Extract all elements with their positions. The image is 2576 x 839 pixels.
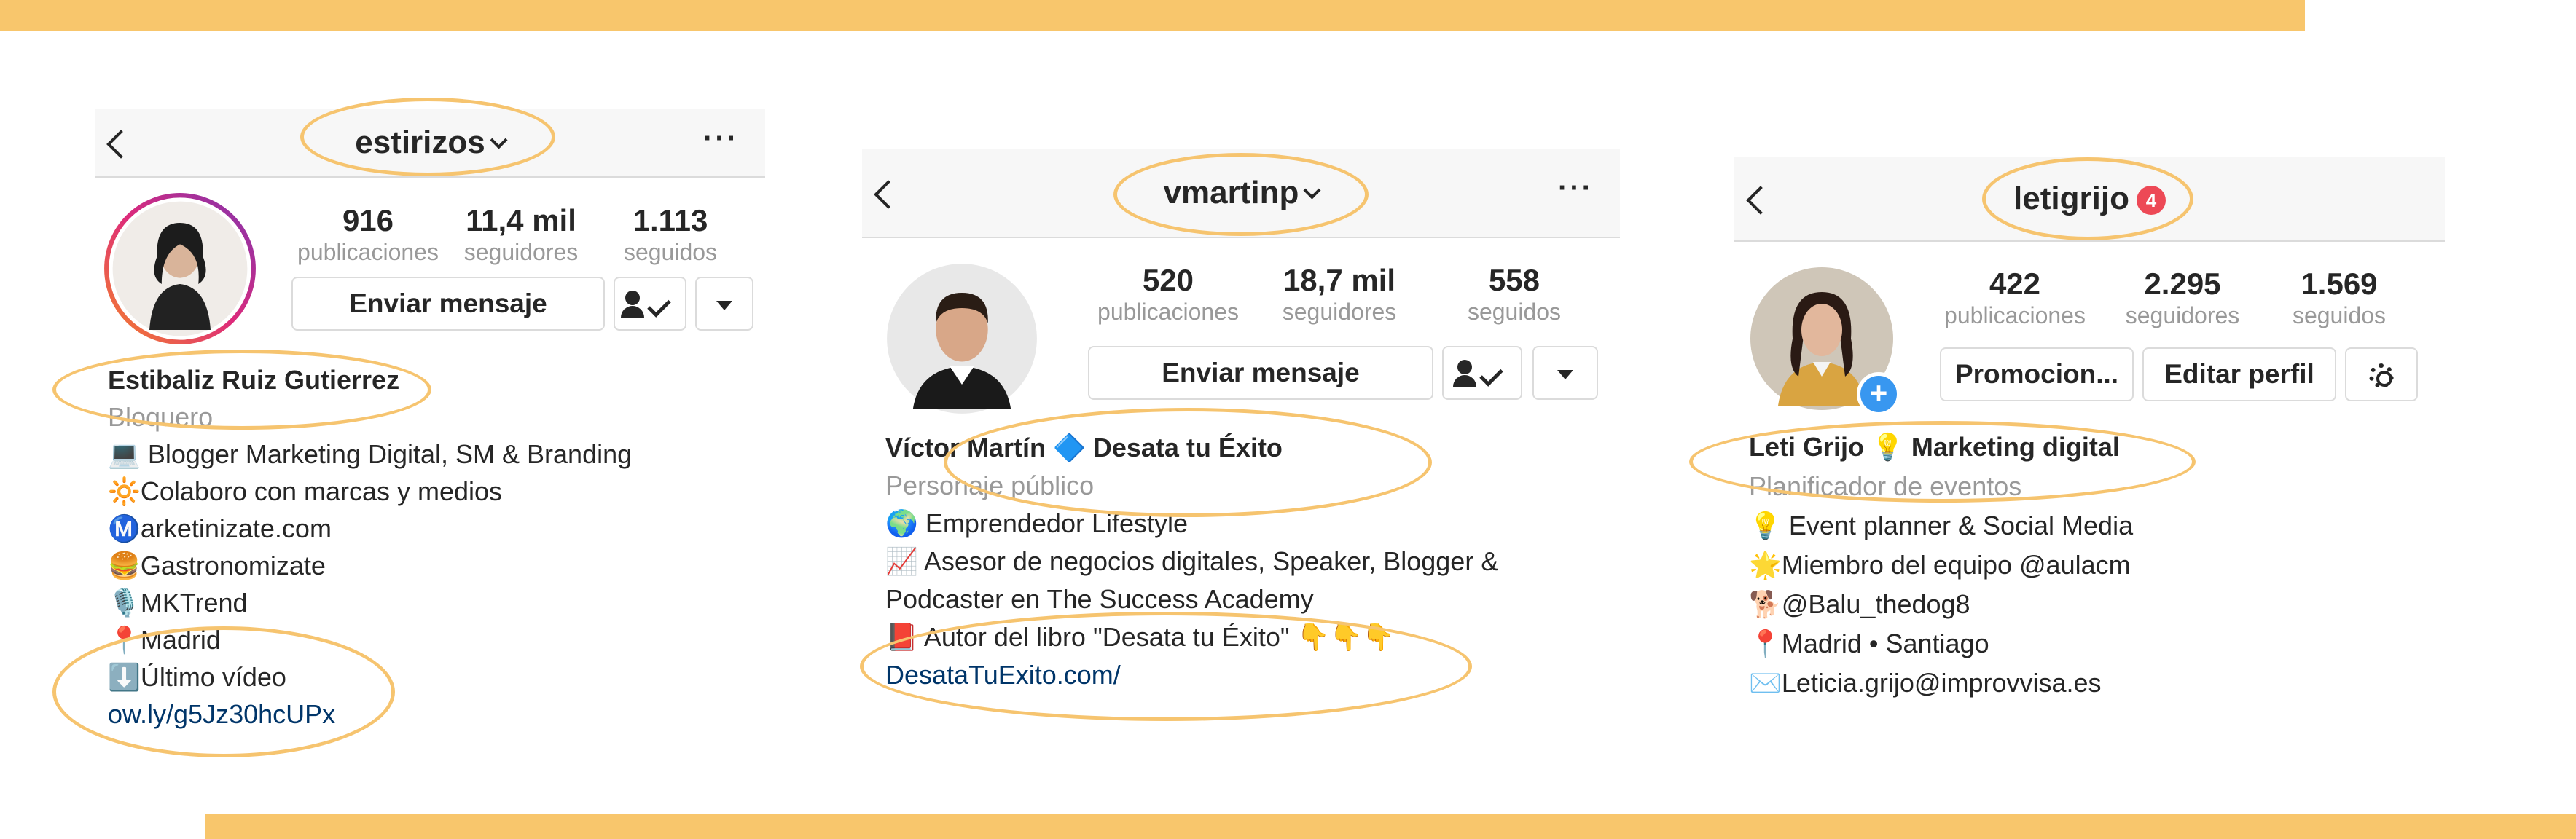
username-title[interactable]: vmartinp <box>862 149 1620 237</box>
stat-value: 558 <box>1488 263 1540 297</box>
profile-link[interactable]: ow.ly/g5Jz30hcUPx <box>108 696 632 733</box>
profile-bio: Leti Grijo 💡 Marketing digital Planifica… <box>1749 428 2133 703</box>
category-label: Bloquero <box>108 402 214 432</box>
chevron-down-icon[interactable] <box>1303 181 1321 200</box>
bio-line: 💻 Blogger Marketing Digital, SM & Brandi… <box>108 439 633 469</box>
profile-header: estirizos ··· <box>95 109 765 178</box>
bottom-accent-band <box>205 814 2576 839</box>
stat-label: seguidos <box>623 239 718 265</box>
bio-line: 🌟Miembro del equipo @aulacm <box>1749 550 2131 580</box>
stat-value: 422 <box>1989 267 2041 301</box>
stat-posts[interactable]: 520 publicaciones <box>1088 262 1248 325</box>
profile-bio: Víctor Martín 🔷 Desata tu Éxito Personaj… <box>885 429 1498 694</box>
display-name: Víctor Martín 🔷 Desata tu Éxito <box>885 433 1283 462</box>
settings-gear-icon <box>2369 363 2394 389</box>
stat-following[interactable]: 1.569 seguidos <box>2274 266 2405 328</box>
username-title[interactable]: estirizos <box>95 109 765 176</box>
follow-check-icon <box>1453 360 1511 389</box>
stat-label: seguidos <box>2292 302 2387 328</box>
suggestions-dropdown-button[interactable] <box>1532 346 1598 400</box>
bio-line: 📈 Asesor de negocios digitales, Speaker,… <box>885 546 1499 576</box>
stat-value: 2.295 <box>2144 267 2221 301</box>
stat-value: 1.569 <box>2301 267 2378 301</box>
bio-line: 🐕@Balu_thedog8 <box>1749 589 1970 619</box>
bio-line: ⬇️Último vídeo <box>108 662 286 692</box>
avatar[interactable] <box>103 192 257 345</box>
stat-followers[interactable]: 2.295 seguidores <box>2110 266 2255 328</box>
stat-label: publicaciones <box>1097 299 1239 325</box>
username-title[interactable]: letigrijo 4 <box>1734 157 2445 240</box>
stat-followers[interactable]: 18,7 mil seguidores <box>1252 262 1427 325</box>
profile-panel-estirizos: estirizos ··· 916 publicaciones 11,4 mil… <box>95 109 765 750</box>
stat-value: 18,7 mil <box>1283 263 1396 297</box>
profile-bio: Estibaliz Ruiz Gutierrez Bloquero 💻 Blog… <box>108 361 632 733</box>
stat-following[interactable]: 558 seguidos <box>1441 262 1587 325</box>
stat-value: 11,4 mil <box>466 203 576 237</box>
profile-link[interactable]: DesataTuExito.com/ <box>885 656 1498 694</box>
dropdown-caret-icon <box>716 300 732 310</box>
more-options-icon[interactable]: ··· <box>1558 149 1594 237</box>
send-message-button[interactable]: Enviar mensaje <box>291 277 605 331</box>
settings-button[interactable] <box>2345 347 2418 401</box>
bio-line: 🔆Colaboro con marcas y medios <box>108 476 503 506</box>
more-options-icon[interactable]: ··· <box>703 109 739 176</box>
edit-profile-button[interactable]: Editar perfil <box>2142 347 2336 401</box>
suggestions-dropdown-button[interactable] <box>695 277 753 331</box>
bio-line: ✉️Leticia.grijo@improvvisa.es <box>1749 668 2102 698</box>
bio-line: 📕 Autor del libro "Desata tu Éxito" 👇👇👇 <box>885 622 1395 652</box>
profile-panel-letigrijo: letigrijo 4 + 422 publicaciones 2.295 seg… <box>1734 157 2445 710</box>
display-name: Leti Grijo 💡 Marketing digital <box>1749 432 2120 462</box>
stat-following[interactable]: 1.113 seguidos <box>605 202 736 265</box>
follow-check-icon <box>621 291 679 320</box>
stat-value: 916 <box>342 203 394 237</box>
chevron-down-icon[interactable] <box>490 131 508 149</box>
promote-button[interactable]: Promocion... <box>1940 347 2134 401</box>
send-message-button[interactable]: Enviar mensaje <box>1088 346 1433 400</box>
stat-posts[interactable]: 916 publicaciones <box>295 202 441 265</box>
stat-label: seguidores <box>2125 302 2240 328</box>
profile-panel-vmartinp: vmartinp ··· 520 publicaciones 18,7 mil … <box>862 149 1620 732</box>
stat-value: 520 <box>1142 263 1194 297</box>
avatar[interactable]: + <box>1749 266 1900 416</box>
bio-line: 🌍 Emprendedor Lifestyle <box>885 508 1189 538</box>
stat-label: seguidores <box>1282 299 1397 325</box>
stat-value: 1.113 <box>633 203 708 237</box>
bio-line: 📍Madrid <box>108 625 221 655</box>
bio-line: 📍Madrid • Santiago <box>1749 629 1989 658</box>
bio-line: 🎙️MKTrend <box>108 588 248 618</box>
bio-line: 💡 Event planner & Social Media <box>1749 511 2134 540</box>
bio-line: Podcaster en The Success Academy <box>885 584 1314 614</box>
stat-label: seguidos <box>1467 299 1562 325</box>
notification-badge[interactable]: 4 <box>2136 186 2166 215</box>
stat-label: publicaciones <box>297 239 439 265</box>
category-label: Planificador de eventos <box>1749 471 2022 501</box>
bio-line: 🍔Gastronomizate <box>108 551 326 580</box>
following-button[interactable] <box>614 277 686 331</box>
following-button[interactable] <box>1442 346 1522 400</box>
dropdown-caret-icon <box>1557 369 1573 379</box>
profile-header: vmartinp ··· <box>862 149 1620 238</box>
stat-followers[interactable]: 11,4 mil seguidores <box>448 202 594 265</box>
stat-label: publicaciones <box>1944 302 2086 328</box>
avatar[interactable] <box>885 262 1038 415</box>
stat-label: seguidores <box>463 239 579 265</box>
profile-header: letigrijo 4 <box>1734 157 2445 242</box>
stat-posts[interactable]: 422 publicaciones <box>1938 266 2091 328</box>
bio-line: Ⓜ️arketinizate.com <box>108 513 332 543</box>
add-story-icon[interactable]: + <box>1857 372 1900 416</box>
display-name: Estibaliz Ruiz Gutierrez <box>108 365 400 395</box>
top-accent-band <box>0 0 2305 31</box>
category-label: Personaje público <box>885 470 1095 500</box>
